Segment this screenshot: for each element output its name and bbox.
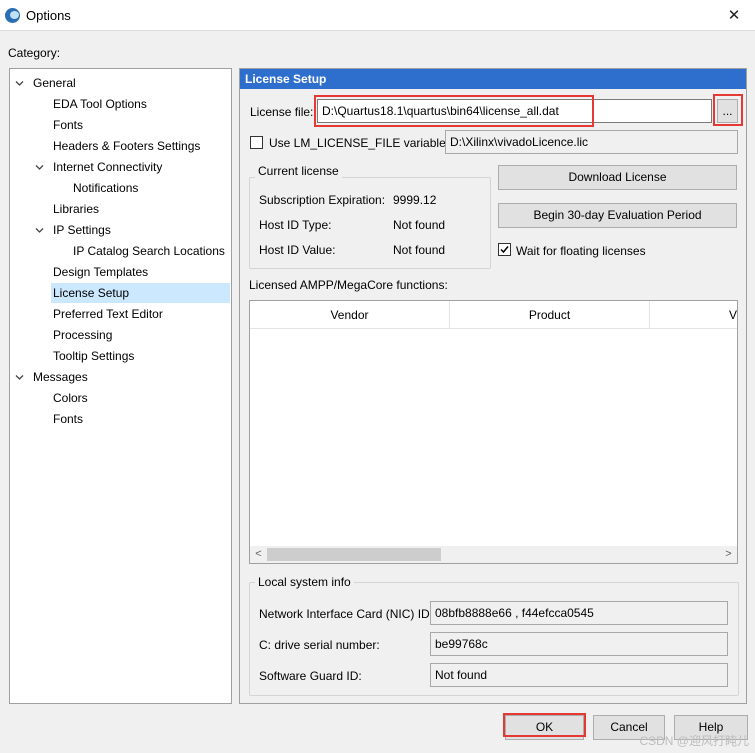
watermark: CSDN @迎风打盹儿 [639,734,749,748]
tree-item-label: Design Templates [53,265,149,279]
license-setup-panel: License Setup License file: D:\Quartus18… [239,68,747,704]
title-bar: Options ✕ [0,0,755,31]
software-guard-label: Software Guard ID: [259,669,362,683]
horizontal-scrollbar[interactable]: < > [250,546,737,563]
tree-item[interactable]: Processing [51,325,114,345]
scroll-left-icon[interactable]: < [250,546,267,563]
tree-item-label: Notifications [73,181,139,195]
close-button[interactable]: ✕ [713,0,755,31]
tree-item[interactable]: Notifications [71,178,140,198]
tree-item[interactable]: Messages [31,367,90,387]
column-header-vendor[interactable]: Vendor [250,301,450,329]
column-header-version[interactable]: V [650,301,737,329]
tree-item-label: EDA Tool Options [53,97,147,111]
drive-serial-field: be99768c [430,632,728,656]
use-lm-checkbox[interactable] [250,136,263,149]
tree-item-label: General [33,76,76,90]
nic-id-label: Network Interface Card (NIC) ID: [259,607,434,621]
host-id-value-value: Not found [393,243,446,257]
host-id-type-label: Host ID Type: [259,218,332,232]
licensed-functions-table[interactable]: Vendor Product V < > [249,300,738,564]
chevron-down-icon[interactable] [15,373,24,382]
tree-item[interactable]: Design Templates [51,262,150,282]
current-license-title: Current license [255,164,342,178]
license-file-input[interactable]: D:\Quartus18.1\quartus\bin64\license_all… [317,99,712,123]
tree-item-label: Tooltip Settings [53,349,135,363]
tree-item[interactable]: IP Settings [51,220,113,240]
tree-item[interactable]: General [31,73,78,93]
tree-item-label: Headers & Footers Settings [53,139,201,153]
tree-item-label: Fonts [53,412,84,426]
ok-button[interactable]: OK [505,715,584,740]
local-system-info-title: Local system info [255,575,354,589]
column-header-product[interactable]: Product [450,301,650,329]
category-tree[interactable]: General EDA Tool Options Fonts Headers & Fo… [9,68,232,704]
wait-floating-label: Wait for floating licenses [516,244,646,258]
tree-item-label: Messages [33,370,88,384]
tree-item[interactable]: Preferred Text Editor [51,304,165,324]
tree-item-label: Processing [53,328,113,342]
lm-license-file-field: D:\Xilinx\vivadoLicence.lic [445,130,738,154]
tree-item[interactable]: Fonts [51,115,85,135]
checkmark-icon [500,246,509,254]
tree-item-label: Fonts [53,118,84,132]
chevron-down-icon[interactable] [35,163,44,172]
subscription-expiration-value: 9999.12 [393,193,437,207]
license-file-label: License file: [250,105,314,119]
tree-item[interactable]: EDA Tool Options [51,94,149,114]
tree-item[interactable]: Headers & Footers Settings [51,136,202,156]
host-id-value-label: Host ID Value: [259,243,336,257]
wait-floating-checkbox[interactable] [498,243,511,256]
tree-item[interactable]: License Setup [51,283,230,303]
tree-item[interactable]: Libraries [51,199,101,219]
tree-item[interactable]: Colors [51,388,90,408]
chevron-down-icon[interactable] [15,79,24,88]
tree-item[interactable]: Internet Connectivity [51,157,164,177]
tree-item-label: Libraries [53,202,100,216]
tree-item-label: IP Catalog Search Locations [73,244,225,258]
nic-id-field: 08bfb8888e66 , f44efcca0545 [430,601,728,625]
begin-evaluation-button[interactable]: Begin 30-day Evaluation Period [498,203,737,228]
tree-item-label: Colors [53,391,88,405]
category-label: Category: [8,46,61,60]
tree-item[interactable]: Fonts [51,409,85,429]
tree-item[interactable]: IP Catalog Search Locations [71,241,227,261]
host-id-type-value: Not found [393,218,446,232]
tree-item-label: License Setup [53,286,130,300]
tree-item-label: Internet Connectivity [53,160,163,174]
scroll-right-icon[interactable]: > [720,546,737,563]
quartus-logo-icon [5,8,20,23]
tree-item-label: IP Settings [53,223,111,237]
browse-button[interactable]: ... [717,99,738,123]
chevron-down-icon[interactable] [35,226,44,235]
download-license-button[interactable]: Download License [498,165,737,190]
subscription-expiration-label: Subscription Expiration: [259,193,386,207]
drive-serial-label: C: drive serial number: [259,638,380,652]
panel-header: License Setup [240,69,746,89]
tree-item[interactable]: Tooltip Settings [51,346,136,366]
window-title: Options [26,8,71,23]
scroll-thumb[interactable] [267,548,441,561]
use-lm-label: Use LM_LICENSE_FILE variable: [269,136,450,150]
ampp-label: Licensed AMPP/MegaCore functions: [249,278,448,292]
software-guard-field: Not found [430,663,728,687]
tree-item-label: Preferred Text Editor [53,307,163,321]
